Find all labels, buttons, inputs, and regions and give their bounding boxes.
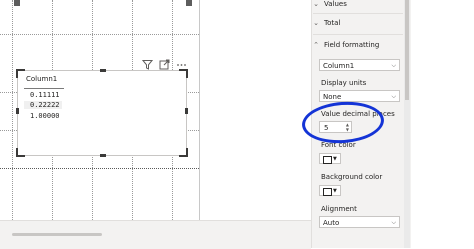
table-visual[interactable]: Column1 0.11111 0.22222 1.00000 — [16, 69, 188, 157]
divider — [313, 34, 403, 35]
chevron-down-icon: ⌄ — [313, 0, 319, 8]
section-label: Field formatting — [324, 41, 380, 49]
color-swatch — [323, 188, 332, 196]
table-row[interactable]: 0.22222 — [24, 101, 62, 109]
page-boundary — [0, 168, 199, 169]
column-select-value: Column1 — [323, 62, 355, 70]
display-units-value: None — [323, 93, 342, 101]
fields-pane-edge — [411, 0, 474, 248]
color-swatch — [323, 156, 332, 164]
canvas-margin — [200, 0, 311, 220]
resize-handle[interactable] — [16, 108, 19, 114]
selection-corner[interactable] — [16, 69, 25, 78]
table-column-header[interactable]: Column1 — [26, 75, 57, 83]
resize-handle[interactable] — [14, 0, 20, 6]
resize-handle[interactable] — [186, 0, 192, 6]
chevron-down-icon: ⌵ — [391, 62, 396, 69]
divider — [313, 13, 403, 14]
focus-mode-icon[interactable] — [159, 59, 170, 70]
section-total[interactable]: ⌄ Total — [313, 19, 340, 27]
selection-corner[interactable] — [16, 148, 25, 157]
section-label: Total — [324, 19, 341, 27]
alignment-value: Auto — [323, 219, 340, 227]
display-units-select[interactable]: None ⌵ — [319, 90, 400, 102]
selection-corner[interactable] — [179, 69, 188, 78]
section-values[interactable]: ⌄ Values — [313, 0, 347, 8]
chevron-up-icon: ⌃ — [313, 41, 319, 49]
column-select[interactable]: Column1 ⌵ — [319, 59, 400, 71]
pane-scrollbar-thumb[interactable] — [405, 0, 409, 100]
more-options-icon[interactable] — [176, 59, 187, 70]
grid-line — [0, 34, 199, 35]
chevron-down-icon: ⌄ — [313, 19, 319, 27]
table-row[interactable]: 0.11111 — [30, 91, 60, 99]
font-color-picker[interactable]: ▼ — [319, 153, 341, 164]
chevron-down-icon: ⌵ — [391, 93, 396, 100]
resize-handle[interactable] — [100, 154, 106, 157]
resize-handle[interactable] — [185, 108, 188, 114]
alignment-select[interactable]: Auto ⌵ — [319, 216, 400, 228]
filter-icon[interactable] — [141, 59, 154, 70]
display-units-label: Display units — [321, 79, 367, 87]
caret-down-icon: ▼ — [333, 188, 337, 194]
section-label: Values — [324, 0, 347, 8]
header-divider — [24, 88, 64, 89]
chevron-down-icon: ⌵ — [391, 219, 396, 226]
resize-handle[interactable] — [100, 69, 106, 72]
table-row[interactable]: 1.00000 — [30, 112, 60, 120]
selection-corner[interactable] — [179, 148, 188, 157]
scrollbar-thumb[interactable] — [12, 233, 102, 236]
caret-down-icon: ▼ — [333, 156, 337, 162]
alignment-label: Alignment — [321, 205, 357, 213]
section-field-formatting[interactable]: ⌃ Field formatting — [313, 41, 379, 49]
grid-line — [12, 0, 13, 220]
background-color-label: Background color — [321, 173, 383, 181]
background-color-picker[interactable]: ▼ — [319, 185, 341, 196]
